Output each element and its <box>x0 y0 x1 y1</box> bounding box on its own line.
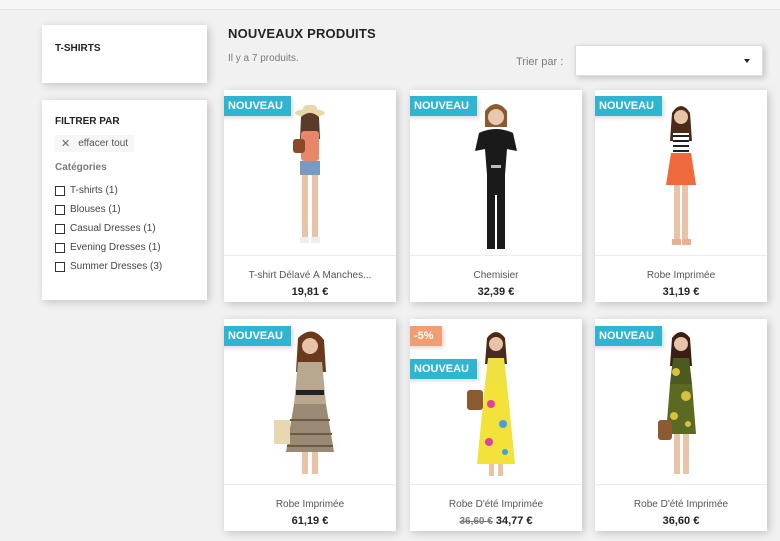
checkbox[interactable] <box>55 242 65 253</box>
product-price: 36,60 €34,77 € <box>410 515 582 527</box>
facet-label: Evening Dresses (1) <box>70 242 161 253</box>
page-title: NOUVEAUX PRODUITS <box>228 26 376 41</box>
filters-panel: FILTRER PAR ✕ effacer tout Catégories T-… <box>42 100 207 300</box>
product-price: 32,39 € <box>410 286 582 298</box>
product-name[interactable]: Robe D'été Imprimée <box>416 499 576 510</box>
facet-item-casual-dresses[interactable]: Casual Dresses (1) <box>55 219 194 238</box>
clear-all-filters-button[interactable]: ✕ effacer tout <box>55 135 135 152</box>
product-card[interactable]: NOUVEAU T-shirt Délavé À Manches... 19,8… <box>224 90 396 302</box>
facet-label: T-shirts (1) <box>70 185 118 196</box>
product-price: 19,81 € <box>224 286 396 298</box>
model-photo-icon <box>274 331 334 474</box>
product-name[interactable]: Chemisier <box>416 270 576 281</box>
product-card[interactable]: NOUVEAU Robe Imprimée 61,19 € <box>224 319 396 531</box>
regular-price: 36,60 € <box>459 516 493 527</box>
new-badge: NOUVEAU <box>410 96 478 116</box>
product-price: 36,60 € <box>595 515 767 527</box>
price-value: 36,60 € <box>662 515 700 527</box>
product-name[interactable]: T-shirt Délavé À Manches... <box>230 270 390 281</box>
price-value: 31,19 € <box>662 286 700 298</box>
new-badge: NOUVEAU <box>595 96 663 116</box>
filters-title: FILTRER PAR <box>55 116 120 127</box>
clear-all-label: effacer tout <box>78 138 129 149</box>
checkbox[interactable] <box>55 204 65 215</box>
caret-down-icon <box>744 59 750 63</box>
product-price: 61,19 € <box>224 515 396 527</box>
facet-label: Summer Dresses (3) <box>70 261 163 272</box>
facet-item-summer-dresses[interactable]: Summer Dresses (3) <box>55 257 194 276</box>
product-card[interactable]: NOUVEAU Robe D'été Imprimée 36,60 € <box>595 319 767 531</box>
product-card[interactable]: -5% NOUVEAU Robe D'été Imprimée 36,60 €3… <box>410 319 582 531</box>
checkbox[interactable] <box>55 223 65 234</box>
model-photo-icon <box>658 332 696 474</box>
product-name[interactable]: Robe Imprimée <box>601 270 761 281</box>
checkbox[interactable] <box>55 261 65 272</box>
category-title[interactable]: T-SHIRTS <box>55 43 194 54</box>
product-name[interactable]: Robe Imprimée <box>230 499 390 510</box>
new-badge: NOUVEAU <box>224 326 292 346</box>
facet-group-title: Catégories <box>55 162 107 173</box>
facet-item-blouses[interactable]: Blouses (1) <box>55 200 194 219</box>
sort-label: Trier par : <box>516 56 564 68</box>
new-badge: NOUVEAU <box>595 326 663 346</box>
facet-label: Casual Dresses (1) <box>70 223 156 234</box>
price-value: 61,19 € <box>291 515 329 527</box>
product-card[interactable]: NOUVEAU Robe Imprimée 31,19 € <box>595 90 767 302</box>
facet-list: T-shirts (1) Blouses (1) Casual Dresses … <box>55 181 194 276</box>
price-value: 32,39 € <box>477 286 515 298</box>
product-price: 31,19 € <box>595 286 767 298</box>
price-value: 19,81 € <box>291 286 329 298</box>
checkbox[interactable] <box>55 185 65 196</box>
product-count: Il y a 7 produits. <box>228 53 299 64</box>
facet-label: Blouses (1) <box>70 204 121 215</box>
model-photo-icon <box>475 104 517 249</box>
model-photo-icon <box>666 106 696 245</box>
new-badge: NOUVEAU <box>224 96 292 116</box>
sort-select[interactable] <box>575 45 763 76</box>
top-bar <box>0 0 780 10</box>
product-name[interactable]: Robe D'été Imprimée <box>601 499 761 510</box>
product-card[interactable]: NOUVEAU Chemisier 32,39 € <box>410 90 582 302</box>
close-icon: ✕ <box>61 138 71 150</box>
discount-badge: -5% <box>410 326 442 346</box>
price-value: 34,77 € <box>495 515 533 527</box>
category-block: T-SHIRTS <box>42 25 207 83</box>
model-photo-icon <box>467 332 515 476</box>
facet-item-evening-dresses[interactable]: Evening Dresses (1) <box>55 238 194 257</box>
model-photo-icon <box>293 105 325 243</box>
facet-item-tshirts[interactable]: T-shirts (1) <box>55 181 194 200</box>
new-badge: NOUVEAU <box>410 359 478 379</box>
